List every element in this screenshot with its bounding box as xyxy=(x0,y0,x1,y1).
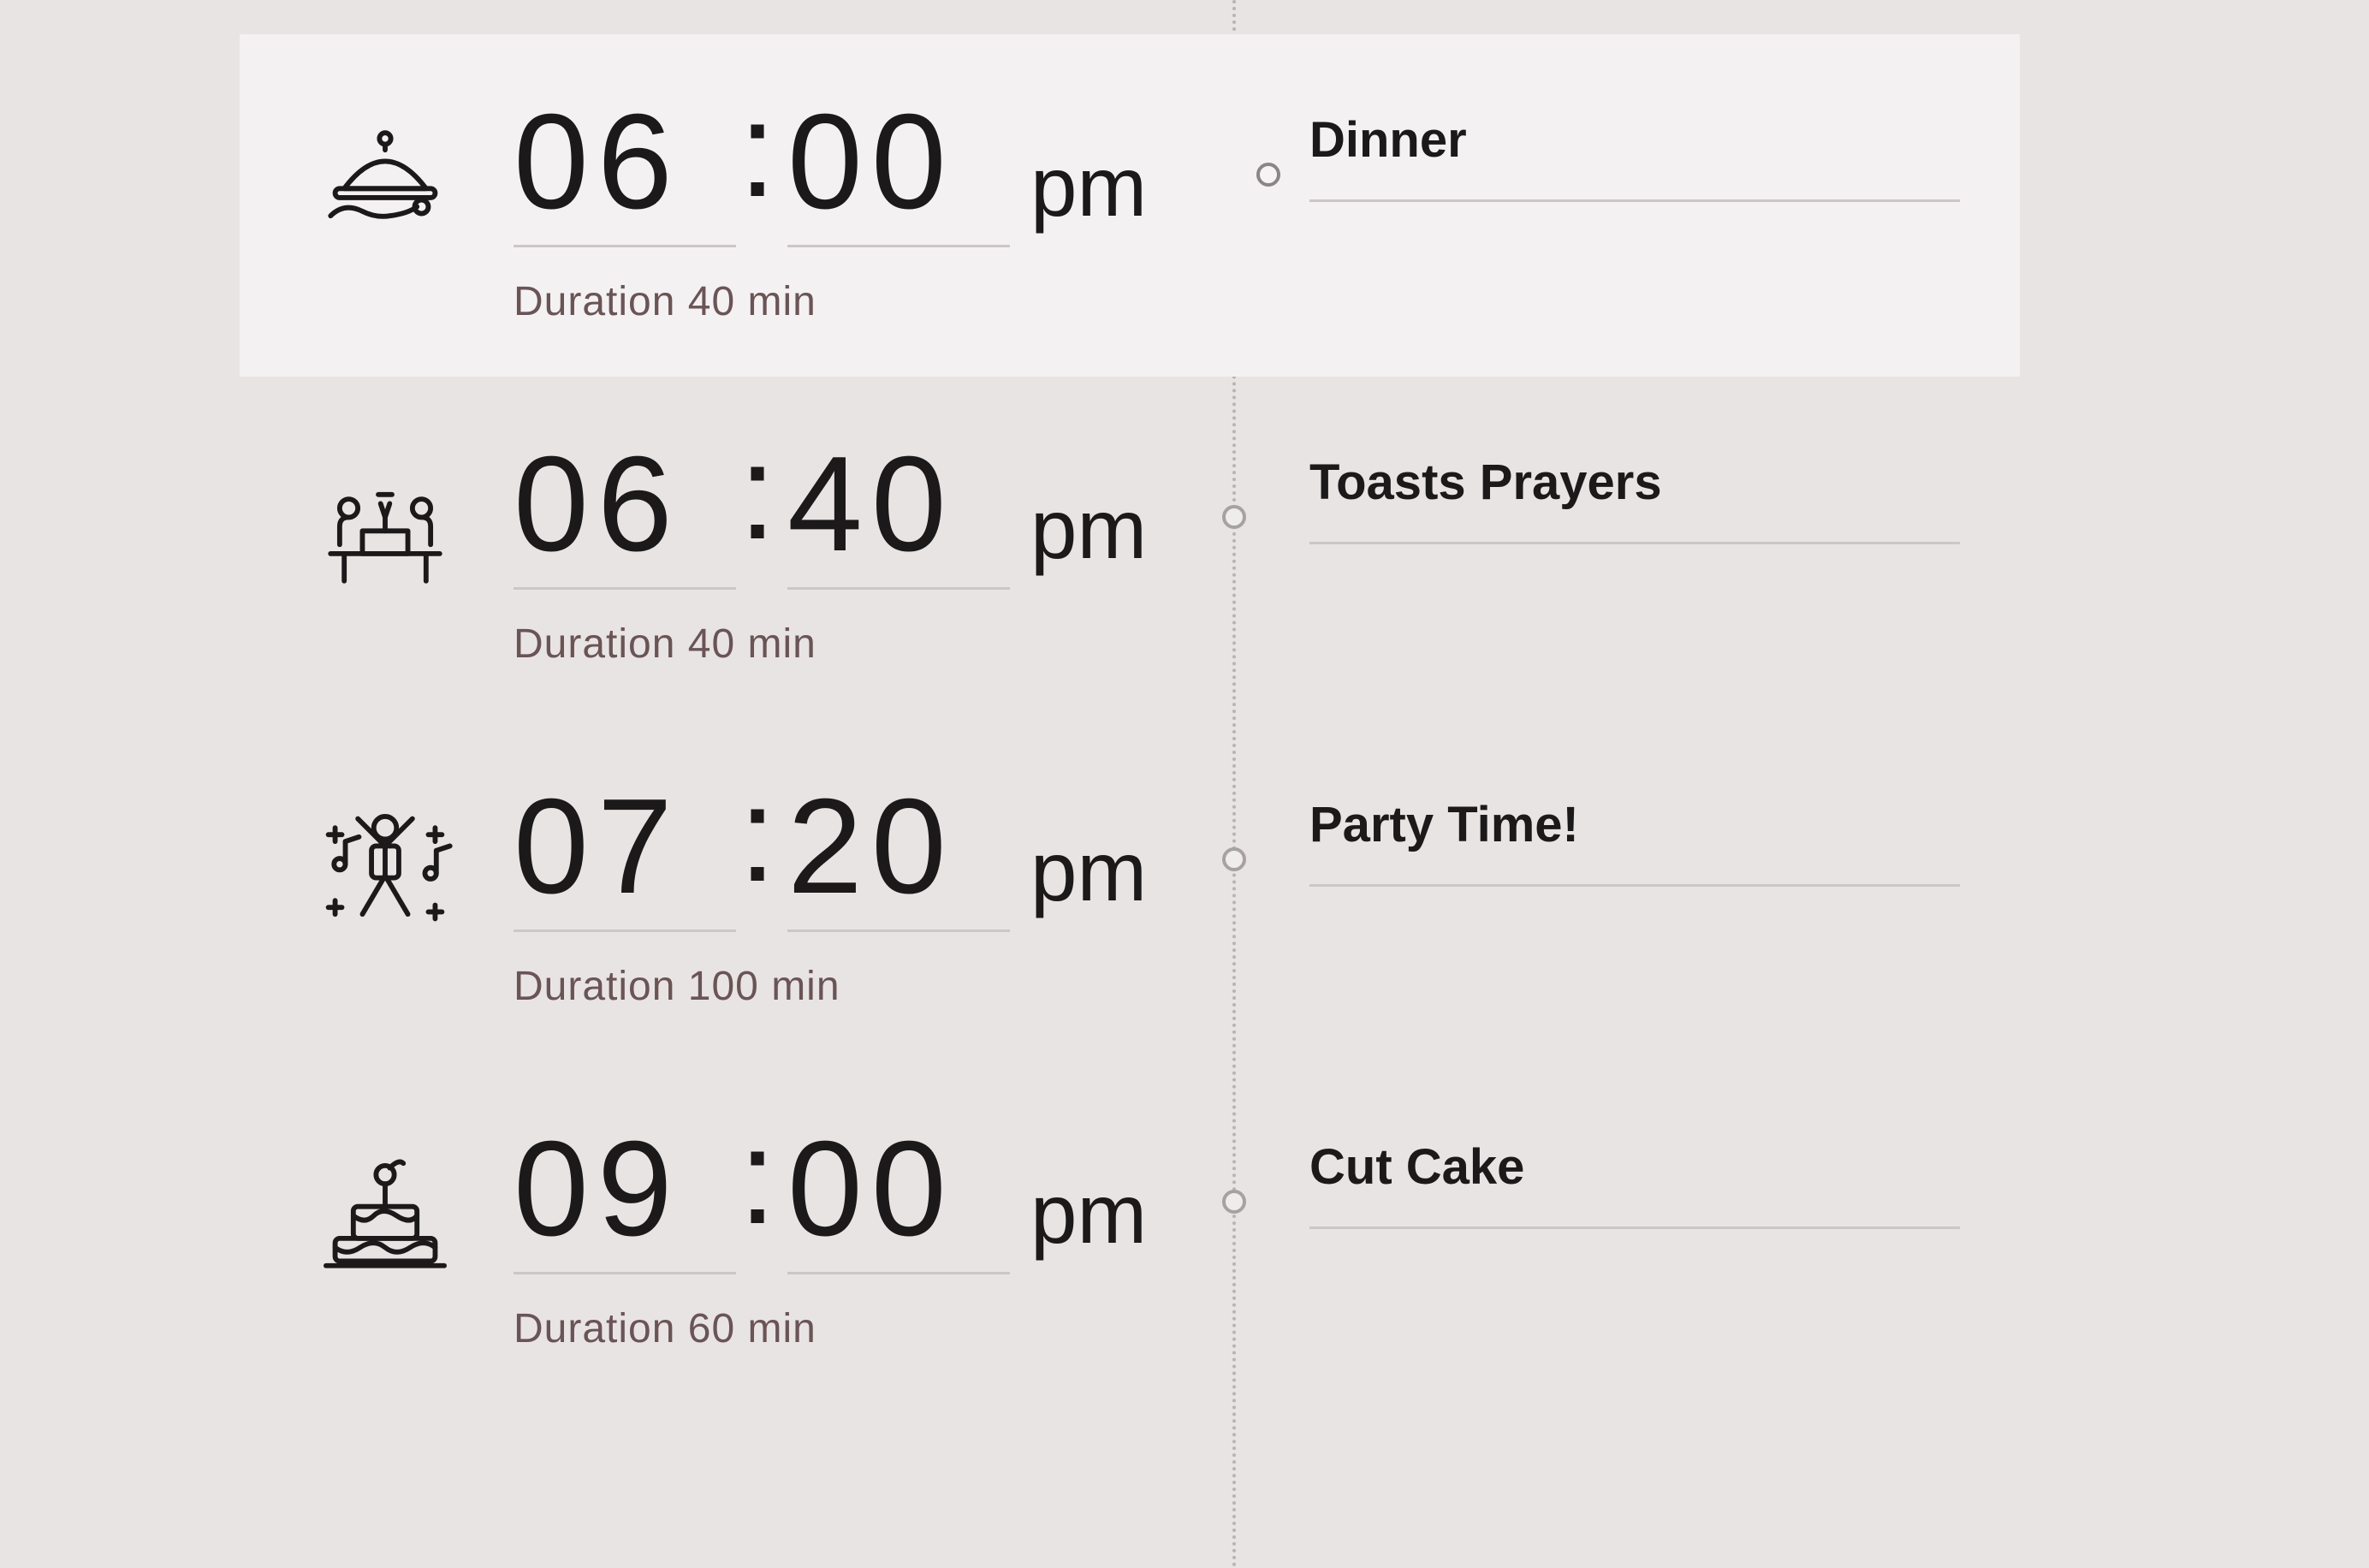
time-colon: : xyxy=(736,425,787,560)
event-minute-field[interactable]: 00 xyxy=(787,1121,1010,1274)
timeline-node-dot xyxy=(1222,505,1246,529)
event-duration: Duration 60 min xyxy=(514,1305,1027,1352)
event-duration: Duration 40 min xyxy=(514,621,1027,668)
timeline-node-dot xyxy=(1256,163,1280,187)
cake-icon xyxy=(274,1113,496,1284)
event-minute-field[interactable]: 20 xyxy=(787,779,1010,932)
time-colon: : xyxy=(736,82,787,217)
event-name-field[interactable]: Party Time! xyxy=(1309,796,1960,887)
time-colon: : xyxy=(736,767,787,902)
event-duration: Duration 100 min xyxy=(514,963,1027,1010)
event-time[interactable]: 09 : 00 Duration 60 min xyxy=(496,1113,1027,1352)
timeline-node-dot xyxy=(1222,847,1246,871)
event-meridiem[interactable]: pm xyxy=(1027,770,1224,920)
event-name-field[interactable]: Dinner xyxy=(1309,111,1960,202)
toasts-icon xyxy=(274,428,496,599)
timeline-stage: 06 : 00 Duration 40 min pm Dinner 06 xyxy=(0,0,2369,1568)
event-meridiem[interactable]: pm xyxy=(1027,428,1224,578)
event-hour-field[interactable]: 09 xyxy=(514,1121,736,1274)
timeline-entries: 06 : 00 Duration 40 min pm Dinner 06 xyxy=(274,34,2071,1404)
event-hour-field[interactable]: 06 xyxy=(514,437,736,590)
event-minute-field[interactable]: 40 xyxy=(787,437,1010,590)
timeline-event[interactable]: 07 : 20 Duration 100 min pm Party Time! xyxy=(274,719,2071,1061)
dinner-icon xyxy=(274,86,496,257)
event-time[interactable]: 06 : 40 Duration 40 min xyxy=(496,428,1027,668)
time-colon: : xyxy=(736,1109,787,1244)
timeline-event[interactable]: 06 : 40 Duration 40 min pm Toasts Prayer… xyxy=(274,377,2071,719)
event-time[interactable]: 07 : 20 Duration 100 min xyxy=(496,770,1027,1010)
event-meridiem[interactable]: pm xyxy=(1027,86,1224,235)
timeline-node xyxy=(1224,770,1292,1061)
event-duration: Duration 40 min xyxy=(514,278,1027,325)
event-name-field[interactable]: Cut Cake xyxy=(1309,1138,1960,1229)
timeline-event[interactable]: 06 : 00 Duration 40 min pm Dinner xyxy=(240,34,2020,377)
timeline-node xyxy=(1224,428,1292,719)
timeline-event[interactable]: 09 : 00 Duration 60 min pm Cut Cake xyxy=(274,1061,2071,1404)
event-hour-field[interactable]: 06 xyxy=(514,94,736,247)
event-time[interactable]: 06 : 00 Duration 40 min xyxy=(496,86,1027,325)
timeline-node-dot xyxy=(1222,1190,1246,1214)
event-meridiem[interactable]: pm xyxy=(1027,1113,1224,1262)
timeline-node xyxy=(1224,1113,1292,1404)
event-name-field[interactable]: Toasts Prayers xyxy=(1309,454,1960,544)
party-icon xyxy=(274,770,496,941)
event-minute-field[interactable]: 00 xyxy=(787,94,1010,247)
event-hour-field[interactable]: 07 xyxy=(514,779,736,932)
timeline-node xyxy=(1224,86,1292,377)
